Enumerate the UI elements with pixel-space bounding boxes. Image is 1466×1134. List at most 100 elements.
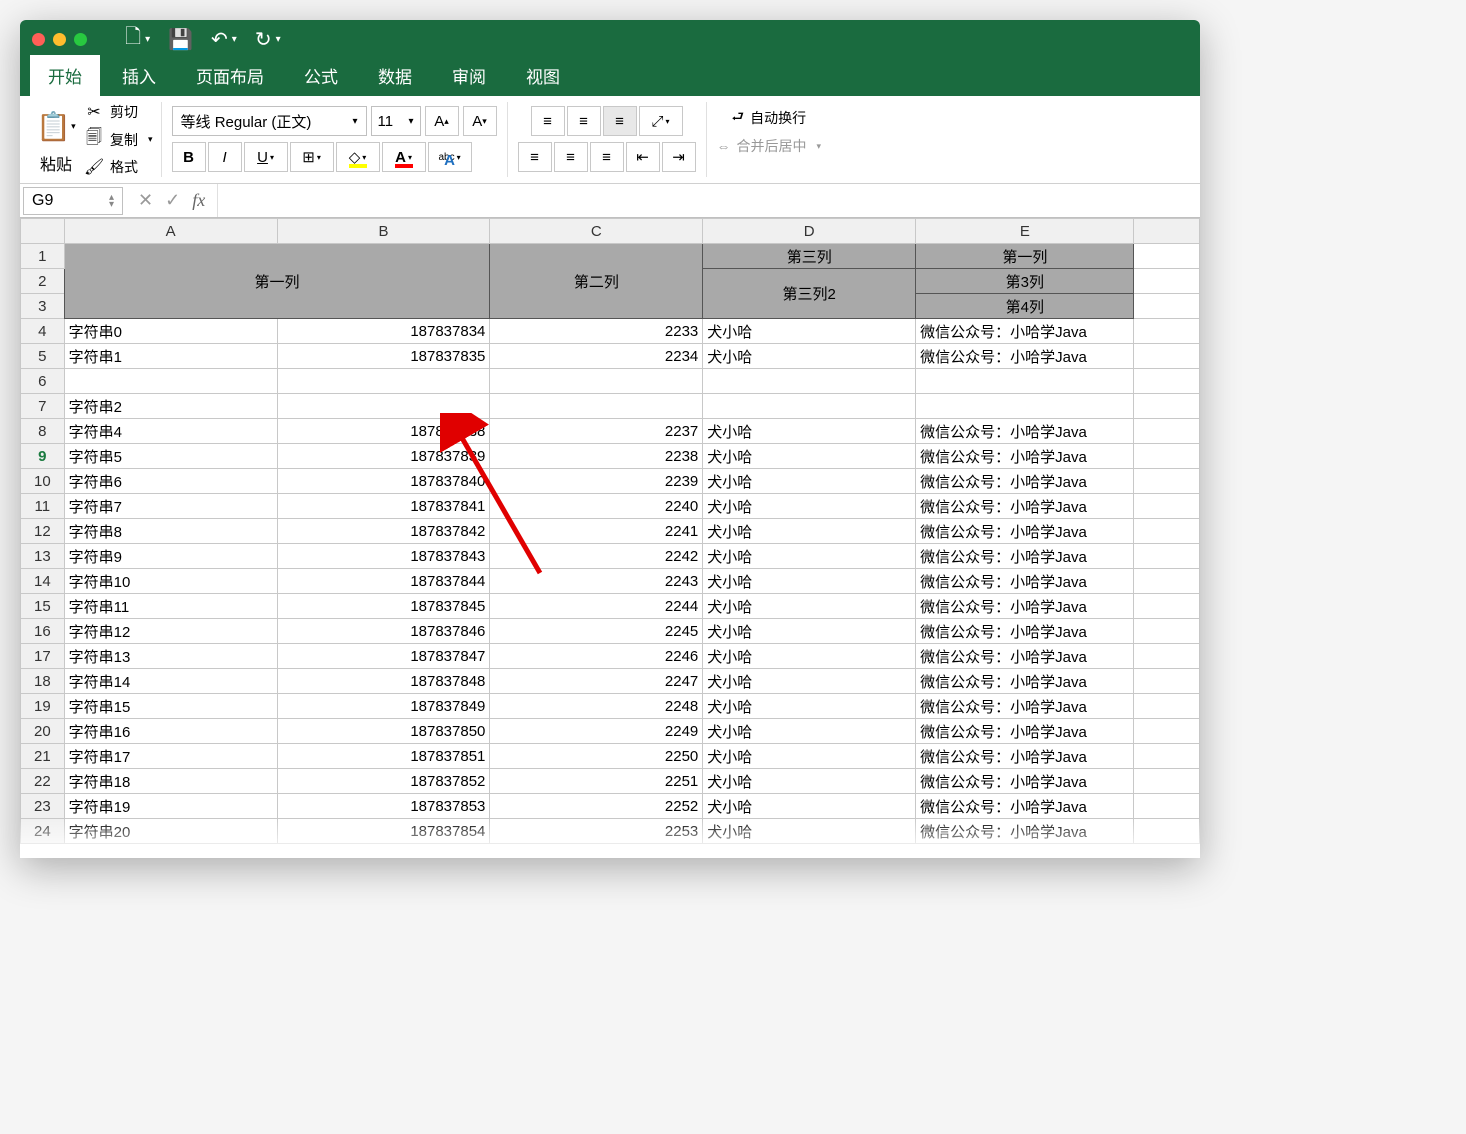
cell[interactable]: 犬小哈 [703, 494, 916, 519]
cell[interactable]: 字符串2 [64, 394, 277, 419]
increase-font-button[interactable]: A▴ [425, 106, 459, 136]
close-button[interactable] [32, 33, 45, 46]
cell[interactable]: 187837853 [277, 794, 490, 819]
cell[interactable]: 字符串12 [64, 619, 277, 644]
save-icon[interactable]: 💾 [168, 27, 193, 52]
row-header[interactable]: 16 [21, 619, 65, 644]
cell[interactable]: 犬小哈 [703, 619, 916, 644]
cell[interactable]: 字符串18 [64, 769, 277, 794]
cell[interactable]: 187837842 [277, 519, 490, 544]
row-header[interactable]: 9 [21, 444, 65, 469]
col-header-c[interactable]: C [490, 219, 703, 244]
cell[interactable] [1134, 819, 1200, 844]
col-header-a[interactable]: A [64, 219, 277, 244]
row-header[interactable]: 8 [21, 419, 65, 444]
copy-button[interactable]: 🗐复制▾ [84, 126, 153, 153]
cell[interactable]: 微信公众号：小哈学Java [916, 819, 1134, 844]
cell[interactable]: 字符串17 [64, 744, 277, 769]
cell[interactable]: 犬小哈 [703, 719, 916, 744]
font-color-button[interactable]: A▾ [382, 142, 426, 172]
cell[interactable]: 第一列 [916, 244, 1134, 269]
cell[interactable] [1134, 544, 1200, 569]
redo-icon[interactable]: ↻▾ [255, 27, 281, 52]
cell[interactable]: 2234 [490, 344, 703, 369]
cell[interactable]: 第3列 [916, 269, 1134, 294]
cell[interactable]: 犬小哈 [703, 819, 916, 844]
cell[interactable] [64, 369, 277, 394]
row-header[interactable]: 5 [21, 344, 65, 369]
cell[interactable]: 2244 [490, 594, 703, 619]
cell[interactable]: 2253 [490, 819, 703, 844]
align-bottom-button[interactable]: ≡ [603, 106, 637, 136]
cell[interactable]: 字符串9 [64, 544, 277, 569]
cell[interactable] [1134, 444, 1200, 469]
underline-button[interactable]: U▾ [244, 142, 288, 172]
cell[interactable]: 犬小哈 [703, 744, 916, 769]
cell[interactable]: 微信公众号：小哈学Java [916, 494, 1134, 519]
cell[interactable]: 犬小哈 [703, 794, 916, 819]
align-top-button[interactable]: ≡ [531, 106, 565, 136]
cell[interactable]: 2240 [490, 494, 703, 519]
row-header[interactable]: 1 [21, 244, 65, 269]
cell[interactable]: 字符串20 [64, 819, 277, 844]
increase-indent-button[interactable]: ⇥ [662, 142, 696, 172]
cell[interactable] [916, 394, 1134, 419]
cell[interactable]: 犬小哈 [703, 544, 916, 569]
cell[interactable]: 2233 [490, 319, 703, 344]
cell[interactable]: 187837848 [277, 669, 490, 694]
enter-formula-icon[interactable]: ✓ [165, 190, 180, 211]
cell[interactable]: 字符串4 [64, 419, 277, 444]
cell[interactable]: 字符串1 [64, 344, 277, 369]
row-header[interactable]: 14 [21, 569, 65, 594]
col-header-b[interactable]: B [277, 219, 490, 244]
cell[interactable]: 187837838 [277, 419, 490, 444]
cell[interactable] [1134, 244, 1200, 269]
cell[interactable]: 2249 [490, 719, 703, 744]
cell[interactable]: 187837845 [277, 594, 490, 619]
cell[interactable] [1134, 519, 1200, 544]
row-header[interactable]: 15 [21, 594, 65, 619]
cell[interactable]: 2238 [490, 444, 703, 469]
cell[interactable]: 字符串10 [64, 569, 277, 594]
cell[interactable] [490, 369, 703, 394]
phonetic-button[interactable]: abc▾A [428, 142, 472, 172]
row-header[interactable]: 13 [21, 544, 65, 569]
cell[interactable]: 字符串11 [64, 594, 277, 619]
font-name-select[interactable]: 等线 Regular (正文)▾ [172, 106, 367, 136]
cell[interactable]: 微信公众号：小哈学Java [916, 594, 1134, 619]
cell[interactable]: 187837846 [277, 619, 490, 644]
cell[interactable]: 微信公众号：小哈学Java [916, 469, 1134, 494]
cell[interactable]: 2247 [490, 669, 703, 694]
cell[interactable]: 2245 [490, 619, 703, 644]
cancel-formula-icon[interactable]: ✕ [138, 190, 153, 211]
cell[interactable]: 字符串16 [64, 719, 277, 744]
cell[interactable]: 2252 [490, 794, 703, 819]
cell[interactable]: 微信公众号：小哈学Java [916, 319, 1134, 344]
cell[interactable]: 微信公众号：小哈学Java [916, 744, 1134, 769]
merge-center-button[interactable]: ⇔合并后居中▾ [717, 136, 822, 156]
cell[interactable] [1134, 494, 1200, 519]
formula-input[interactable] [217, 184, 1200, 217]
cell[interactable]: 微信公众号：小哈学Java [916, 619, 1134, 644]
align-left-button[interactable]: ≡ [518, 142, 552, 172]
cell[interactable] [1134, 294, 1200, 319]
row-header[interactable]: 6 [21, 369, 65, 394]
cell[interactable] [1134, 769, 1200, 794]
cell[interactable] [1134, 569, 1200, 594]
format-painter-button[interactable]: 🖌格式 [84, 157, 153, 177]
align-right-button[interactable]: ≡ [590, 142, 624, 172]
cell[interactable] [1134, 369, 1200, 394]
border-button[interactable]: ⊞▾ [290, 142, 334, 172]
cell[interactable]: 犬小哈 [703, 469, 916, 494]
row-header[interactable]: 18 [21, 669, 65, 694]
cell[interactable] [1134, 394, 1200, 419]
row-header[interactable]: 19 [21, 694, 65, 719]
cell[interactable]: 187837850 [277, 719, 490, 744]
cell[interactable]: 187837840 [277, 469, 490, 494]
cell[interactable]: 第4列 [916, 294, 1134, 319]
cell[interactable]: 微信公众号：小哈学Java [916, 694, 1134, 719]
row-header[interactable]: 23 [21, 794, 65, 819]
cell[interactable]: 第二列 [490, 244, 703, 319]
cell[interactable]: 2250 [490, 744, 703, 769]
cell[interactable] [1134, 269, 1200, 294]
